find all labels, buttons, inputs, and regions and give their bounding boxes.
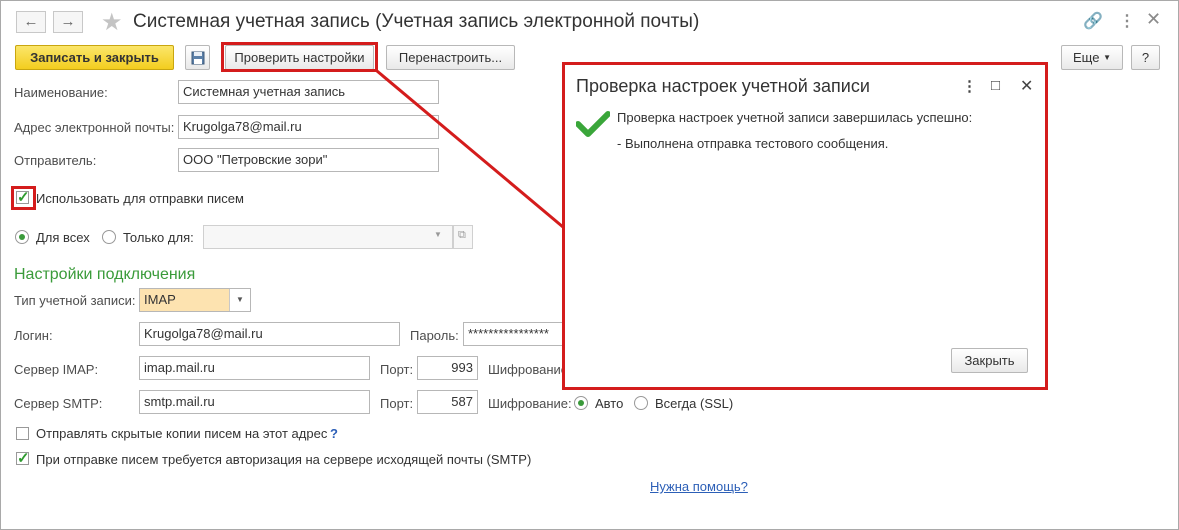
dialog-close-button[interactable]: Закрыть: [951, 348, 1028, 373]
close-icon[interactable]: ✕: [1020, 76, 1033, 96]
check-result-dialog: Проверка настроек учетной записи ⋮ □ ✕ П…: [562, 62, 1048, 390]
maximize-icon[interactable]: □: [991, 77, 1000, 94]
form-window: ← → ★ Системная учетная запись (Учетная …: [0, 0, 1179, 530]
checkmark-icon: [576, 111, 610, 137]
dialog-title: Проверка настроек учетной записи: [576, 76, 870, 96]
more-vertical-icon[interactable]: ⋮: [962, 77, 977, 95]
dialog-message-1: Проверка настроек учетной записи заверши…: [617, 110, 973, 125]
dialog-message-2: - Выполнена отправка тестового сообщения…: [617, 136, 889, 151]
